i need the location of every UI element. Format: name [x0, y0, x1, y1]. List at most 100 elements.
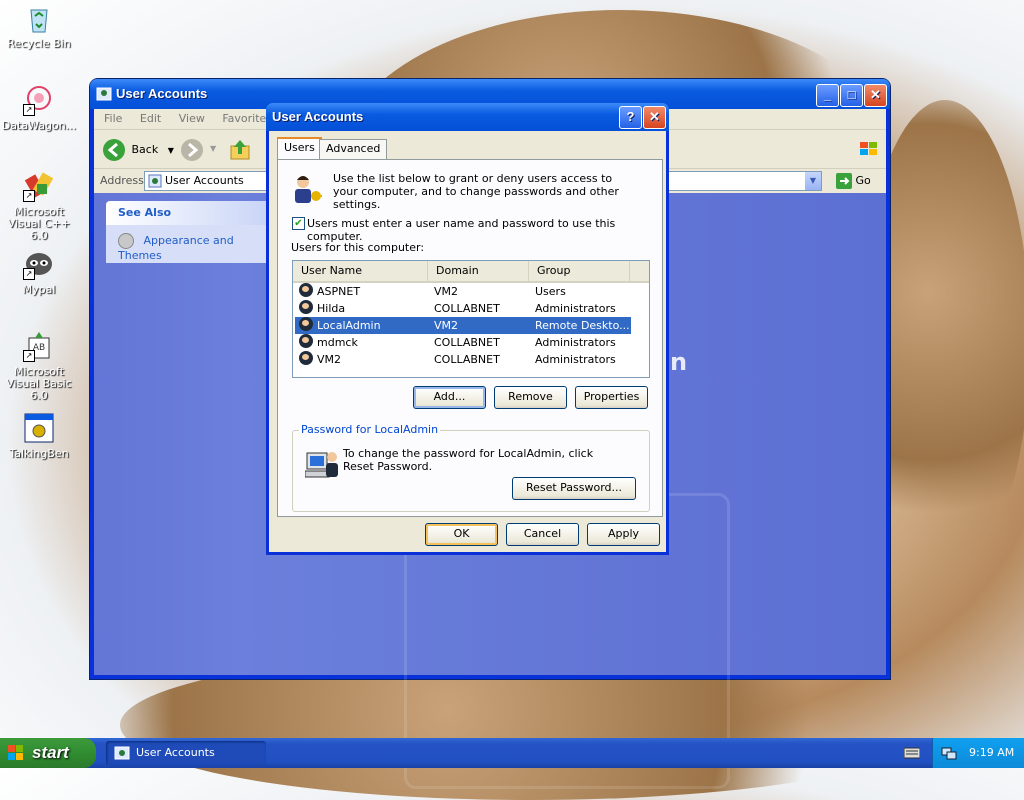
user-icon — [299, 317, 313, 331]
datawagon-icon: ↗ — [23, 84, 55, 116]
tab-advanced[interactable]: Advanced — [319, 139, 388, 160]
table-row[interactable]: ASPNET VM2 Users — [295, 283, 631, 300]
intro-text: Use the list below to grant or deny user… — [333, 172, 619, 211]
reset-password-button[interactable]: Reset Password... — [512, 477, 636, 500]
desktop-icon-label: Recycle Bin — [7, 37, 71, 50]
remove-user-button[interactable]: Remove — [494, 386, 567, 409]
go-label: Go — [855, 174, 871, 187]
ok-button[interactable]: OK — [425, 523, 498, 546]
user-icon — [299, 351, 313, 365]
user-icon — [299, 300, 313, 314]
back-arrow-icon — [103, 139, 125, 161]
users-tab-panel: Use the list below to grant or deny user… — [277, 159, 663, 517]
listview-header: User Name Domain Group — [293, 261, 649, 283]
user-name: Hilda — [317, 302, 346, 315]
help-button[interactable]: ? — [619, 106, 642, 129]
minimize-button[interactable]: _ — [816, 84, 839, 107]
address-dropdown-button[interactable]: ▼ — [805, 172, 821, 190]
up-folder-icon[interactable] — [228, 138, 252, 162]
desktop-icon-mypal[interactable]: ↗ Mypal — [1, 248, 77, 296]
keyboard-icon[interactable] — [904, 747, 920, 759]
maximize-button[interactable]: □ — [840, 84, 863, 107]
user-name: ASPNET — [317, 285, 361, 298]
chevron-down-icon[interactable]: ▼ — [210, 144, 216, 153]
shortcut-arrow-icon: ↗ — [23, 104, 35, 116]
talkingben-icon — [23, 412, 55, 444]
user-group: Administrators — [535, 353, 616, 366]
users-listview[interactable]: User Name Domain Group ASPNET VM2 Users … — [292, 260, 650, 378]
column-domain[interactable]: Domain — [428, 261, 529, 281]
add-user-button[interactable]: Add... — [413, 386, 486, 409]
user-accounts-dialog: User Accounts ? ✕ Users Advanced Use the… — [266, 103, 669, 555]
explorer-title: User Accounts — [116, 86, 208, 101]
user-domain: COLLABNET — [434, 302, 500, 315]
user-group: Remote Deskto... — [535, 319, 630, 332]
system-tray: 9:19 AM — [932, 738, 1024, 768]
menu-edit[interactable]: Edit — [140, 112, 161, 125]
menu-file[interactable]: File — [104, 112, 122, 125]
password-group-legend: Password for LocalAdmin — [299, 423, 441, 436]
close-button[interactable]: ✕ — [864, 84, 887, 107]
column-group[interactable]: Group — [529, 261, 630, 281]
require-login-label[interactable]: Users must enter a user name and passwor… — [307, 217, 662, 243]
see-also-panel: See Also Appearance and Themes — [106, 201, 276, 263]
windows-flag-icon — [8, 745, 23, 760]
back-button[interactable]: Back ▼ — [102, 138, 174, 162]
visual-basic-icon: AB ↗ — [23, 330, 55, 362]
table-row[interactable]: mdmck COLLABNET Administrators — [295, 334, 631, 351]
user-group: Administrators — [535, 302, 616, 315]
table-row-selected[interactable]: LocalAdmin VM2 Remote Deskto... — [295, 317, 631, 334]
network-icon[interactable] — [941, 745, 957, 761]
mypal-icon: ↗ — [23, 248, 55, 280]
table-row[interactable]: Hilda COLLABNET Administrators — [295, 300, 631, 317]
shortcut-arrow-icon: ↗ — [23, 268, 35, 280]
user-icon — [299, 334, 313, 348]
menu-view[interactable]: View — [179, 112, 205, 125]
appearance-themes-link[interactable]: Appearance and Themes — [106, 225, 276, 262]
desktop-icon-label: Mypal — [22, 283, 56, 296]
tab-users[interactable]: Users — [277, 137, 322, 161]
start-label: start — [32, 743, 69, 762]
user-group: Users — [535, 285, 566, 298]
see-also-header: See Also — [106, 201, 276, 225]
desktop-icon-visual-basic[interactable]: AB ↗ Microsoft Visual Basic 6.0 — [1, 330, 77, 402]
desktop-icon-datawagon[interactable]: ↗ DataWagon... — [1, 84, 77, 132]
menu-favorites[interactable]: Favorites — [222, 112, 272, 125]
user-name: LocalAdmin — [317, 319, 381, 332]
users-keys-icon — [295, 176, 322, 203]
go-arrow-icon — [836, 173, 852, 189]
user-icon — [299, 283, 313, 297]
table-row[interactable]: VM2 COLLABNET Administrators — [295, 351, 631, 368]
cancel-button[interactable]: Cancel — [506, 523, 579, 546]
desktop-icon-label: DataWagon... — [1, 119, 77, 132]
desktop-icon-label: TalkingBen — [9, 447, 69, 460]
taskbar: start User Accounts 9:19 AM — [0, 738, 1024, 768]
require-login-checkbox[interactable]: ✔ — [292, 217, 305, 230]
properties-button[interactable]: Properties — [575, 386, 648, 409]
column-user-name[interactable]: User Name — [293, 261, 428, 281]
taskbar-button-label: User Accounts — [136, 746, 215, 759]
forward-arrow-icon[interactable] — [180, 138, 204, 162]
desktop-icon-label: Microsoft Visual Basic 6.0 — [6, 365, 72, 402]
address-label: Address — [100, 174, 144, 187]
desktop-icon-label: Microsoft Visual C++ 6.0 — [7, 205, 71, 242]
shortcut-arrow-icon: ↗ — [23, 350, 35, 362]
back-label: Back — [131, 143, 159, 156]
clock[interactable]: 9:19 AM — [969, 738, 1014, 768]
taskbar-button-user-accounts[interactable]: User Accounts — [106, 741, 266, 765]
desktop-icon-visual-cpp[interactable]: ↗ Microsoft Visual C++ 6.0 — [1, 170, 77, 242]
chevron-down-icon[interactable]: ▼ — [168, 146, 174, 155]
start-button[interactable]: start — [0, 738, 96, 768]
apply-button[interactable]: Apply — [587, 523, 660, 546]
password-groupbox: Password for LocalAdmin To change the pa… — [292, 423, 650, 512]
dialog-body: Users Advanced Use the list below to gra… — [269, 131, 666, 552]
dialog-title: User Accounts — [272, 109, 364, 124]
go-button[interactable]: Go — [836, 172, 871, 190]
user-domain: COLLABNET — [434, 353, 500, 366]
desktop-icon-talkingben[interactable]: TalkingBen — [1, 412, 77, 460]
dialog-titlebar[interactable]: User Accounts ? ✕ — [266, 103, 669, 131]
desktop-icon-recycle-bin[interactable]: Recycle Bin — [1, 2, 77, 50]
user-domain: VM2 — [434, 319, 459, 332]
user-accounts-icon — [148, 174, 162, 188]
dialog-close-button[interactable]: ✕ — [643, 106, 666, 129]
